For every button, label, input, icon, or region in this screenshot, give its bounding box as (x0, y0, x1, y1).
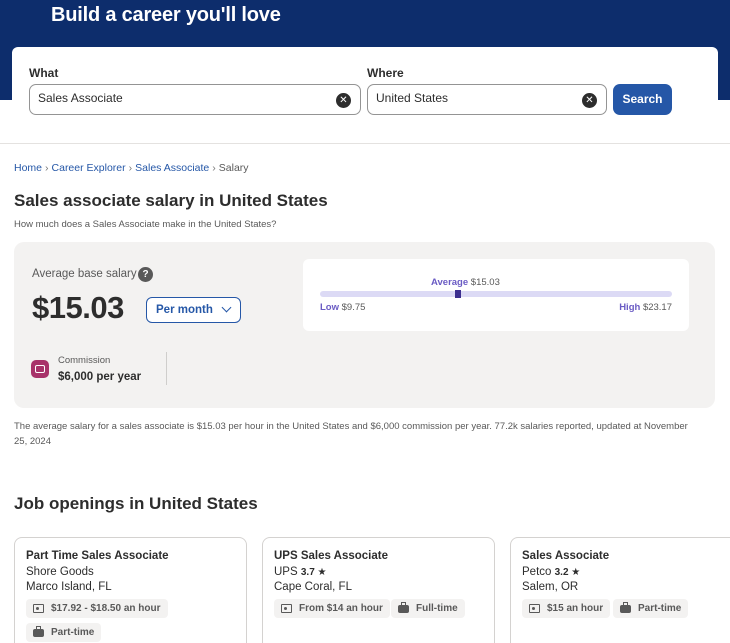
range-average-marker (455, 290, 462, 298)
where-field[interactable]: ✕ (367, 84, 607, 115)
money-icon (529, 604, 540, 613)
what-field[interactable]: ✕ (29, 84, 361, 115)
job-card[interactable]: Sales Associate Petco 3.2 ★ Salem, OR $1… (510, 537, 730, 643)
range-average-value: $15.03 (470, 277, 500, 288)
range-low-label: Low (320, 302, 339, 313)
briefcase-icon (33, 626, 44, 637)
pay-tag-label: From $14 an hour (299, 603, 383, 614)
what-label: What (29, 66, 59, 80)
search-button[interactable]: Search (613, 84, 672, 115)
breadcrumb-current: Salary (218, 162, 249, 174)
commission-divider (166, 352, 167, 385)
job-type-tag: Part-time (26, 623, 102, 642)
pay-tag: From $14 an hour (274, 599, 390, 618)
money-icon (281, 604, 292, 613)
clear-icon[interactable]: ✕ (336, 93, 351, 108)
briefcase-icon (398, 602, 409, 613)
divider (0, 143, 730, 144)
salary-panel: Average base salary ? $15.03 Per month C… (14, 242, 715, 408)
company-name: UPS (274, 566, 298, 578)
clear-icon[interactable]: ✕ (582, 93, 597, 108)
job-type-label: Part-time (51, 627, 95, 638)
pay-tag: $15 an hour (522, 599, 611, 618)
period-select-label: Per month (156, 304, 213, 316)
briefcase-icon (620, 602, 631, 613)
job-type-label: Part-time (638, 603, 682, 614)
breadcrumb-home[interactable]: Home (14, 162, 42, 174)
company-rating: 3.7 ★ (300, 567, 327, 578)
range-average-label: Average (431, 277, 469, 288)
job-company: UPS 3.7 ★ (274, 566, 327, 578)
money-icon (33, 604, 44, 613)
what-input[interactable] (38, 91, 328, 105)
pay-tag: $17.92 - $18.50 an hour (26, 599, 168, 618)
job-location: Marco Island, FL (26, 581, 112, 593)
job-card[interactable]: Part Time Sales Associate Shore Goods Ma… (14, 537, 247, 643)
job-title[interactable]: Part Time Sales Associate (26, 550, 169, 562)
job-location: Cape Coral, FL (274, 581, 352, 593)
help-icon[interactable]: ? (138, 267, 153, 282)
range-low-value: $9.75 (341, 302, 366, 313)
range-average: Average $15.03 (431, 277, 500, 288)
breadcrumb: Home › Career Explorer › Sales Associate › Sal… (14, 162, 249, 174)
company-name: Shore Goods (26, 566, 94, 578)
breadcrumb-sales-associate[interactable]: Sales Associate (135, 162, 209, 174)
chevron-down-icon (221, 302, 232, 313)
salary-value: $15.03 (32, 290, 124, 325)
average-salary-label: Average base salary (32, 268, 137, 280)
breadcrumb-separator: › (45, 162, 49, 174)
breadcrumb-separator: › (212, 162, 216, 174)
job-type-tag: Full-time (391, 599, 465, 618)
company-rating: 3.2 ★ (554, 567, 581, 578)
jobs-section-title: Job openings in United States (14, 494, 258, 513)
job-location: Salem, OR (522, 581, 579, 593)
breadcrumb-career-explorer[interactable]: Career Explorer (52, 162, 126, 174)
range-high-value: $23.17 (642, 302, 672, 313)
job-type-label: Full-time (416, 603, 458, 614)
range-low: Low $9.75 (320, 302, 365, 313)
job-type-tag: Part-time (613, 599, 689, 618)
job-company: Petco 3.2 ★ (522, 566, 580, 578)
company-name: Petco (522, 566, 552, 578)
where-input[interactable] (376, 91, 576, 105)
page-title: Sales associate salary in United States (14, 191, 328, 210)
commission-label: Commission (58, 355, 111, 366)
job-title[interactable]: Sales Associate (522, 550, 609, 562)
range-track (320, 290, 672, 298)
pay-tag-label: $15 an hour (547, 603, 604, 614)
job-company: Shore Goods (26, 566, 94, 578)
hero-title: Build a career you'll love (51, 4, 281, 26)
job-card[interactable]: UPS Sales Associate UPS 3.7 ★ Cape Coral… (262, 537, 495, 643)
pay-tag-label: $17.92 - $18.50 an hour (51, 603, 161, 614)
salary-summary: The average salary for a sales associate… (14, 421, 688, 447)
salary-range-card: Average $15.03 Low $9.75 High $23.17 (303, 259, 689, 331)
commission-icon (31, 360, 49, 378)
breadcrumb-separator: › (128, 162, 133, 174)
job-title[interactable]: UPS Sales Associate (274, 550, 388, 562)
range-high-label: High (619, 302, 641, 313)
page-subtitle: How much does a Sales Associate make in … (14, 219, 277, 230)
range-high: High $23.17 (619, 302, 672, 313)
period-select[interactable]: Per month (146, 297, 241, 323)
commission-value: $6,000 per year (58, 371, 142, 383)
where-label: Where (367, 66, 404, 80)
search-card: What ✕ Where ✕ Search (12, 47, 718, 142)
